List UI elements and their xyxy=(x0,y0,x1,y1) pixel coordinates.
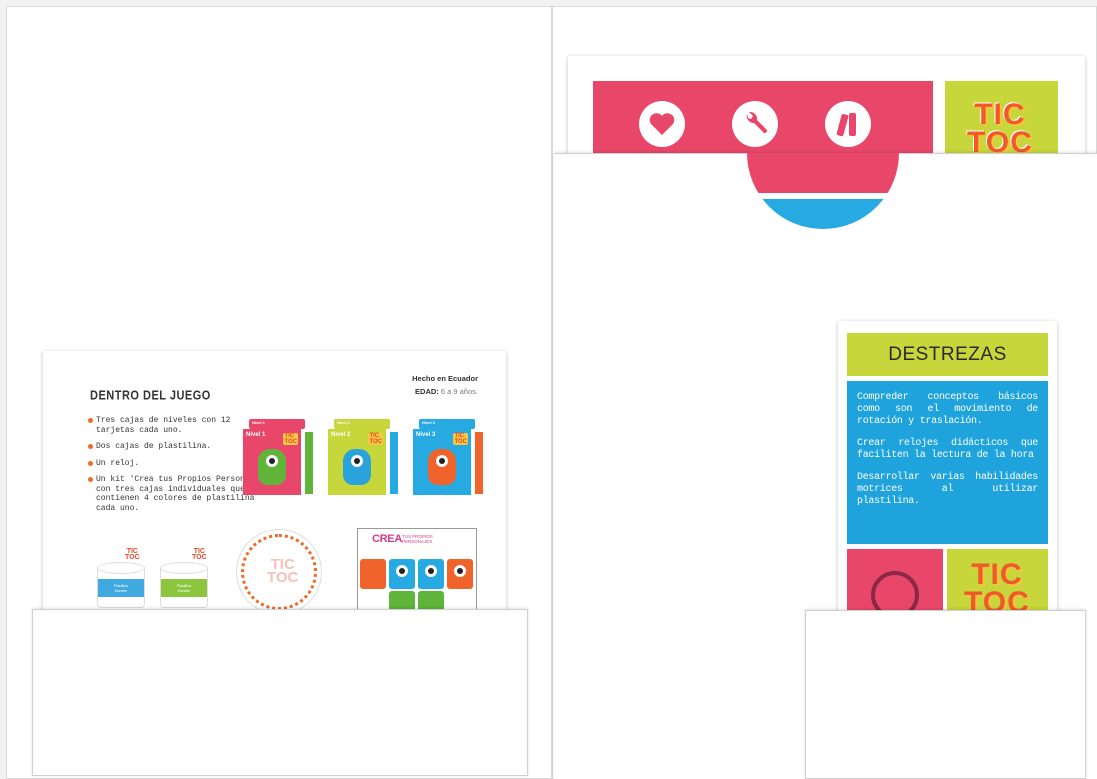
jar-label-line1: Plastilina xyxy=(176,584,191,588)
heart-icon xyxy=(639,101,685,147)
age-label: EDAD: 6 a 9 años. xyxy=(415,387,478,396)
box-lid-label: Nivel 1 xyxy=(252,420,265,425)
skill-paragraph: Compreder conceptos básicos como son el … xyxy=(857,392,1038,427)
skill-paragraph: Crear relojes didácticos que faciliten l… xyxy=(857,438,1038,461)
kit-subtitle-line2: PERSONAJES xyxy=(402,539,433,544)
skill-paragraph: Desarrollar varias habilidades motrices … xyxy=(857,472,1038,507)
box-side xyxy=(475,432,483,494)
box-lid-label: Nivel 2 xyxy=(337,420,350,425)
monster-eye xyxy=(351,455,363,467)
tictoc-logo: TIC TOC xyxy=(125,548,140,561)
jar-lid xyxy=(160,562,208,574)
box-front: Nivel 1 TIC TOC xyxy=(243,429,301,495)
destrezas-body: Compreder conceptos básicos como son el … xyxy=(847,381,1048,544)
box-front: Nivel 2 TIC TOC xyxy=(328,429,386,495)
kit-cell xyxy=(360,559,386,589)
wrench-icon xyxy=(732,101,778,147)
box-level-label: Nivel 1 xyxy=(246,432,266,438)
cover-logo-tile: TIC TOC xyxy=(945,81,1058,161)
tictoc-logo: TIC TOC xyxy=(267,556,299,586)
made-in-label: Hecho en Ecuador xyxy=(412,374,478,383)
jar-label: Plastilina Monster xyxy=(98,579,144,597)
tictoc-logo: TIC TOC xyxy=(368,433,383,445)
tictoc-logo: TIC TOC xyxy=(283,433,298,445)
thumb-pink xyxy=(747,153,899,193)
jar-lid xyxy=(97,562,145,574)
inner-leaflet[interactable]: DENTRO DEL JUEGO Hecho en Ecuador EDAD: … xyxy=(43,351,506,613)
tictoc-logo: TIC TOC xyxy=(967,100,1033,158)
clock-image: TIC TOC xyxy=(236,529,322,613)
plasticine-jar-2: Plastilina Monster xyxy=(160,562,208,608)
box-side xyxy=(305,432,313,494)
monster-eye xyxy=(266,455,278,467)
destrezas-card[interactable]: DESTREZAS Compreder conceptos básicos co… xyxy=(838,321,1057,616)
box-level-label: Nivel 2 xyxy=(331,432,351,438)
tictoc-logo: TIC TOC xyxy=(453,433,468,445)
monster-eye xyxy=(454,565,466,577)
cover-sheet[interactable]: TIC TOC xyxy=(568,56,1085,161)
box-lid: Nivel 3 xyxy=(419,419,475,429)
destrezas-title: DESTREZAS xyxy=(847,333,1048,376)
box-front: Nivel 3 TIC TOC xyxy=(413,429,471,495)
monster-image xyxy=(343,449,371,485)
monster-image xyxy=(258,449,286,485)
monster-eye xyxy=(425,565,437,577)
books-icon xyxy=(825,101,871,147)
age-value: 6 a 9 años. xyxy=(440,387,478,396)
monster-eye xyxy=(436,455,448,467)
monster-eye xyxy=(396,565,408,577)
kit-cell xyxy=(389,559,415,589)
kit-subtitle: TUS PROPIOS PERSONAJES xyxy=(402,534,433,544)
inner-title: DENTRO DEL JUEGO xyxy=(90,389,211,403)
box-lid-label: Nivel 3 xyxy=(422,420,435,425)
tictoc-logo: TIC TOC xyxy=(192,548,207,561)
kit-title: CREA xyxy=(372,533,402,545)
age-key: EDAD: xyxy=(415,387,439,396)
pocket-thumb-cut[interactable] xyxy=(747,153,899,229)
logo-tile: TIC TOC xyxy=(947,549,1048,616)
kit-cell xyxy=(418,559,444,589)
monster-image xyxy=(428,449,456,485)
inner-pocket xyxy=(32,609,528,776)
box-side xyxy=(390,432,398,494)
jar-label-line1: Plastilina xyxy=(113,584,128,588)
thumb-blue xyxy=(747,199,899,229)
box-level-label: Nivel 3 xyxy=(416,432,436,438)
kit-cell xyxy=(447,559,473,589)
alarm-tile xyxy=(847,549,943,616)
character-kit-image: CREA TUS PROPIOS PERSONAJES xyxy=(357,528,477,613)
box-lid: Nivel 1 xyxy=(249,419,305,429)
level-box-3: Nivel 3 Nivel 3 TIC TOC xyxy=(413,419,483,498)
tictoc-logo: TIC TOC xyxy=(964,560,1030,617)
plasticine-jar-1: Plastilina Monster xyxy=(97,562,145,608)
box-lid: Nivel 2 xyxy=(334,419,390,429)
level-box-2: Nivel 2 Nivel 2 TIC TOC xyxy=(328,419,398,498)
cover-pink-band xyxy=(593,81,933,161)
jar-label-line2: Monster xyxy=(177,589,191,593)
destrezas-pocket xyxy=(805,610,1086,779)
jar-label-line2: Monster xyxy=(114,589,128,593)
jar-label: Plastilina Monster xyxy=(161,579,207,597)
level-box-1: Nivel 1 Nivel 1 TIC TOC xyxy=(243,419,313,498)
